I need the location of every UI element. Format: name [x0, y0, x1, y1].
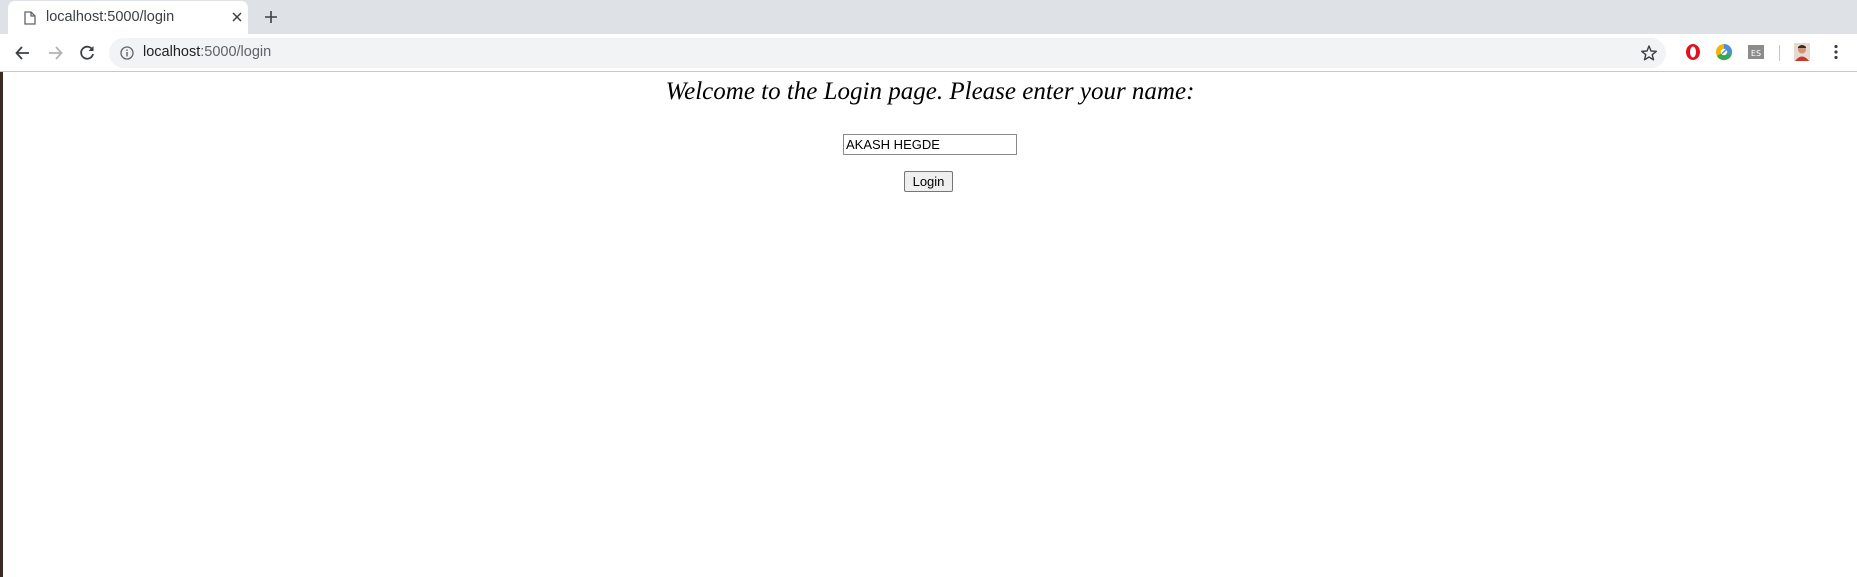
name-input[interactable] — [843, 134, 1017, 155]
new-tab-icon[interactable] — [262, 8, 280, 26]
es-extension-icon[interactable]: ES — [1746, 42, 1766, 62]
page-heading: Welcome to the Login page. Please enter … — [665, 78, 1195, 105]
info-icon[interactable] — [120, 46, 134, 60]
tab-strip: localhost:5000/login — [0, 0, 1857, 34]
browser-window: localhost:5000/login localhost:5000/logi… — [0, 0, 1857, 577]
tab-login[interactable]: localhost:5000/login — [8, 1, 248, 34]
url-path: :5000/login — [200, 44, 272, 60]
tab-title: localhost:5000/login — [46, 9, 175, 25]
back-icon[interactable] — [13, 43, 33, 63]
page-content: Welcome to the Login page. Please enter … — [3, 72, 1857, 577]
url-text[interactable]: localhost:5000/login — [143, 44, 271, 60]
chrome-extension-icon[interactable] — [1714, 42, 1734, 62]
opera-icon[interactable] — [1683, 42, 1703, 62]
login-button[interactable]: Login — [904, 171, 953, 192]
url-host: localhost — [143, 44, 201, 60]
profile-avatar-icon[interactable] — [1792, 42, 1812, 62]
menu-kebab-icon[interactable] — [1826, 42, 1846, 62]
address-bar[interactable]: localhost:5000/login — [109, 38, 1666, 68]
close-icon[interactable] — [229, 9, 245, 25]
reload-icon[interactable] — [77, 43, 97, 63]
toolbar-separator — [1779, 45, 1780, 61]
bookmark-star-icon[interactable] — [1640, 44, 1658, 62]
browser-toolbar: localhost:5000/login ES — [0, 34, 1857, 72]
page-icon — [24, 11, 36, 25]
svg-text:ES: ES — [1751, 49, 1761, 58]
forward-icon[interactable] — [45, 43, 65, 63]
